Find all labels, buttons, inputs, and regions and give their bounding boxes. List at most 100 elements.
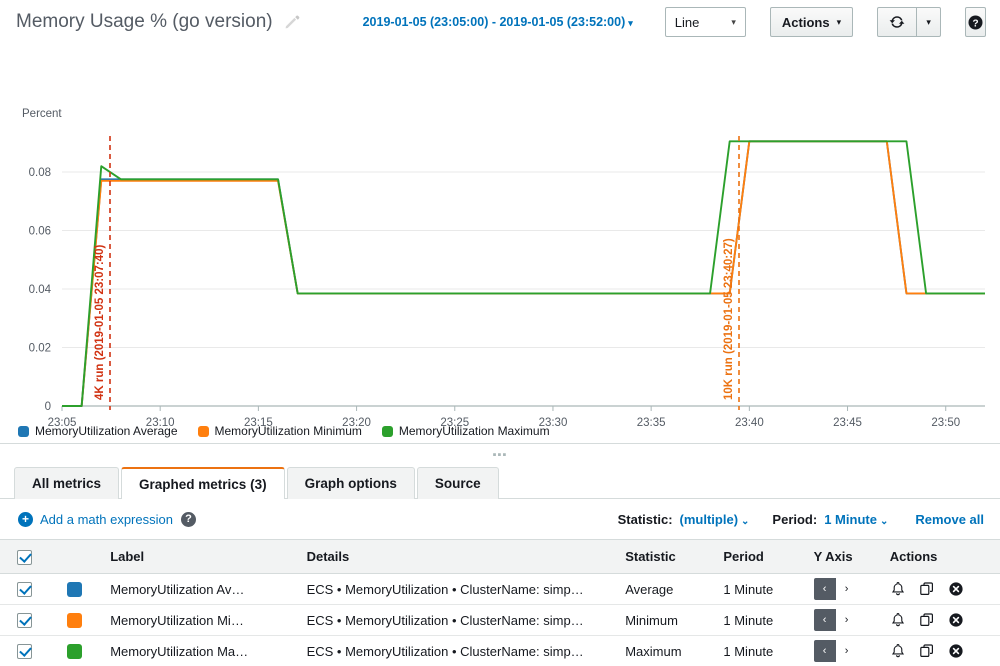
y-axis-left-button[interactable]: ‹ <box>813 609 836 631</box>
table-body: MemoryUtilization Av… ECS • MemoryUtiliza… <box>0 573 1000 666</box>
x-axis-tick-label: 23:20 <box>342 417 371 429</box>
row-label[interactable]: MemoryUtilization Ma… <box>100 635 297 666</box>
column-label[interactable]: Label <box>100 539 297 574</box>
series-color-swatch[interactable] <box>66 613 82 629</box>
duplicate-icon[interactable] <box>919 612 935 628</box>
row-color-cell <box>48 573 101 605</box>
row-checkbox[interactable] <box>16 613 32 629</box>
period-select[interactable]: 1 Minute ⌄ <box>824 512 888 527</box>
column-color <box>48 539 101 574</box>
alarm-bell-icon[interactable] <box>890 581 906 597</box>
actions-button[interactable]: Actions ▾ <box>769 7 854 37</box>
graphed-metrics-table: Label Details Statistic Period Y Axis Ac… <box>0 539 1000 666</box>
tab-source[interactable]: Source <box>416 467 499 499</box>
series-color-swatch[interactable] <box>66 644 82 660</box>
y-axis-right-button[interactable]: › <box>836 609 858 631</box>
row-label[interactable]: MemoryUtilization Mi… <box>100 604 297 636</box>
select-all-checkbox[interactable] <box>16 549 32 565</box>
row-checkbox[interactable] <box>16 582 32 598</box>
y-axis-right-button[interactable]: › <box>836 640 858 662</box>
metrics-chart: Percent 0 0.02 0.04 0.06 0.08 23:05 23:10 23:15… <box>0 44 1000 429</box>
refresh-icon <box>889 16 905 28</box>
chevron-down-icon: ▾ <box>836 16 842 27</box>
remove-circle-icon[interactable] <box>948 581 964 597</box>
table-row[interactable]: MemoryUtilization Av… ECS • MemoryUtiliza… <box>0 573 1000 605</box>
row-actions <box>879 573 1000 605</box>
row-period[interactable]: 1 Minute <box>713 604 804 636</box>
row-period[interactable]: 1 Minute <box>713 573 804 605</box>
remove-circle-icon[interactable] <box>948 643 964 659</box>
graph-type-value: Line <box>674 14 700 30</box>
row-color-cell <box>48 604 101 636</box>
row-label[interactable]: MemoryUtilization Av… <box>100 573 297 605</box>
y-axis-tick-label: 0.08 <box>29 167 51 179</box>
row-statistic[interactable]: Average <box>615 573 714 605</box>
x-axis-tick-label: 23:40 <box>735 417 764 429</box>
column-y-axis[interactable]: Y Axis <box>803 539 880 574</box>
row-select-cell <box>0 604 49 636</box>
row-y-axis: ‹ › <box>803 604 880 636</box>
y-axis-left-button[interactable]: ‹ <box>813 640 836 662</box>
remove-circle-icon[interactable] <box>948 612 964 628</box>
add-math-label: Add a math expression <box>40 511 173 527</box>
pencil-icon[interactable] <box>283 13 301 31</box>
graph-type-select[interactable]: Line ▾ <box>664 7 746 37</box>
statistic-label: Statistic: <box>617 511 673 527</box>
column-period[interactable]: Period <box>713 539 804 574</box>
metrics-controls: + Add a math expression ? Statistic: (mu… <box>0 499 1000 539</box>
x-axis-tick-label: 23:10 <box>146 417 175 429</box>
row-details: ECS • MemoryUtilization • ClusterName: s… <box>296 635 616 666</box>
annotation-label: 4K run (2019-01-05 23:07:40) <box>94 245 106 400</box>
row-statistic[interactable]: Maximum <box>615 635 714 666</box>
remove-all-button[interactable]: Remove all <box>915 512 984 527</box>
column-statistic[interactable]: Statistic <box>615 539 714 574</box>
column-details[interactable]: Details <box>296 539 616 574</box>
add-math-expression-button[interactable]: + Add a math expression <box>18 511 173 527</box>
chevron-down-icon: ⌄ <box>879 515 889 527</box>
tab-graphed-metrics-3[interactable]: Graphed metrics (3) <box>121 467 285 499</box>
alarm-bell-icon[interactable] <box>890 612 906 628</box>
period-label: Period: <box>772 511 818 527</box>
svg-text:?: ? <box>972 18 978 29</box>
y-axis-unit-label: Percent <box>22 108 62 120</box>
chevron-down-icon: ⌄ <box>741 515 750 527</box>
chevron-down-icon: ▾ <box>628 18 633 28</box>
duplicate-icon[interactable] <box>919 643 935 659</box>
graph-header: Memory Usage % (go version) 2019-01-05 (… <box>0 0 1000 44</box>
table-row[interactable]: MemoryUtilization Ma… ECS • MemoryUtiliza… <box>0 635 1000 666</box>
row-statistic[interactable]: Minimum <box>615 604 714 636</box>
chart-canvas[interactable]: 0 0.02 0.04 0.06 0.08 23:05 23:10 23:15 23:20 23:… <box>0 44 1000 429</box>
row-color-cell <box>48 635 101 666</box>
y-axis-right-button[interactable]: › <box>836 578 858 600</box>
row-select-cell <box>0 573 49 605</box>
refresh-button-group: ▾ <box>877 7 942 37</box>
y-axis-left-button[interactable]: ‹ <box>813 578 836 600</box>
help-button[interactable]: ? <box>965 7 986 37</box>
actions-label: Actions <box>781 14 830 30</box>
drag-handle-icon[interactable]: ▪▪▪ <box>493 450 508 461</box>
refresh-options-button[interactable]: ▾ <box>917 7 942 37</box>
alarm-bell-icon[interactable] <box>890 643 906 659</box>
row-checkbox[interactable] <box>16 644 32 660</box>
math-help-icon[interactable]: ? <box>180 511 196 527</box>
chevron-down-icon: ▾ <box>926 16 931 27</box>
series-color-swatch[interactable] <box>66 582 82 598</box>
table-header-row: Label Details Statistic Period Y Axis Ac… <box>0 539 1000 574</box>
table-header: Label Details Statistic Period Y Axis Ac… <box>0 539 1000 574</box>
column-select-all <box>0 539 49 574</box>
statistic-value: (multiple) <box>679 511 739 527</box>
table-row[interactable]: MemoryUtilization Mi… ECS • MemoryUtiliza… <box>0 604 1000 636</box>
controls-right-group: Statistic: (multiple) ⌄ Period: 1 Minute ⌄… <box>618 512 984 527</box>
tab-all-metrics[interactable]: All metrics <box>14 467 120 499</box>
time-range-picker[interactable]: 2019-01-05 (23:05:00) - 2019-01-05 (23:5… <box>363 15 633 29</box>
row-details: ECS • MemoryUtilization • ClusterName: s… <box>296 573 616 605</box>
time-range-value: 2019-01-05 (23:05:00) - 2019-01-05 (23:5… <box>362 15 626 29</box>
tab-graph-options[interactable]: Graph options <box>286 467 415 499</box>
row-period[interactable]: 1 Minute <box>713 635 804 666</box>
page-title: Memory Usage % (go version) <box>16 11 273 32</box>
statistic-select[interactable]: (multiple) ⌄ <box>680 512 750 527</box>
x-axis-tick-label: 23:45 <box>833 417 862 429</box>
chevron-down-icon: ▾ <box>731 16 736 27</box>
duplicate-icon[interactable] <box>919 581 935 597</box>
refresh-button[interactable] <box>877 7 918 37</box>
